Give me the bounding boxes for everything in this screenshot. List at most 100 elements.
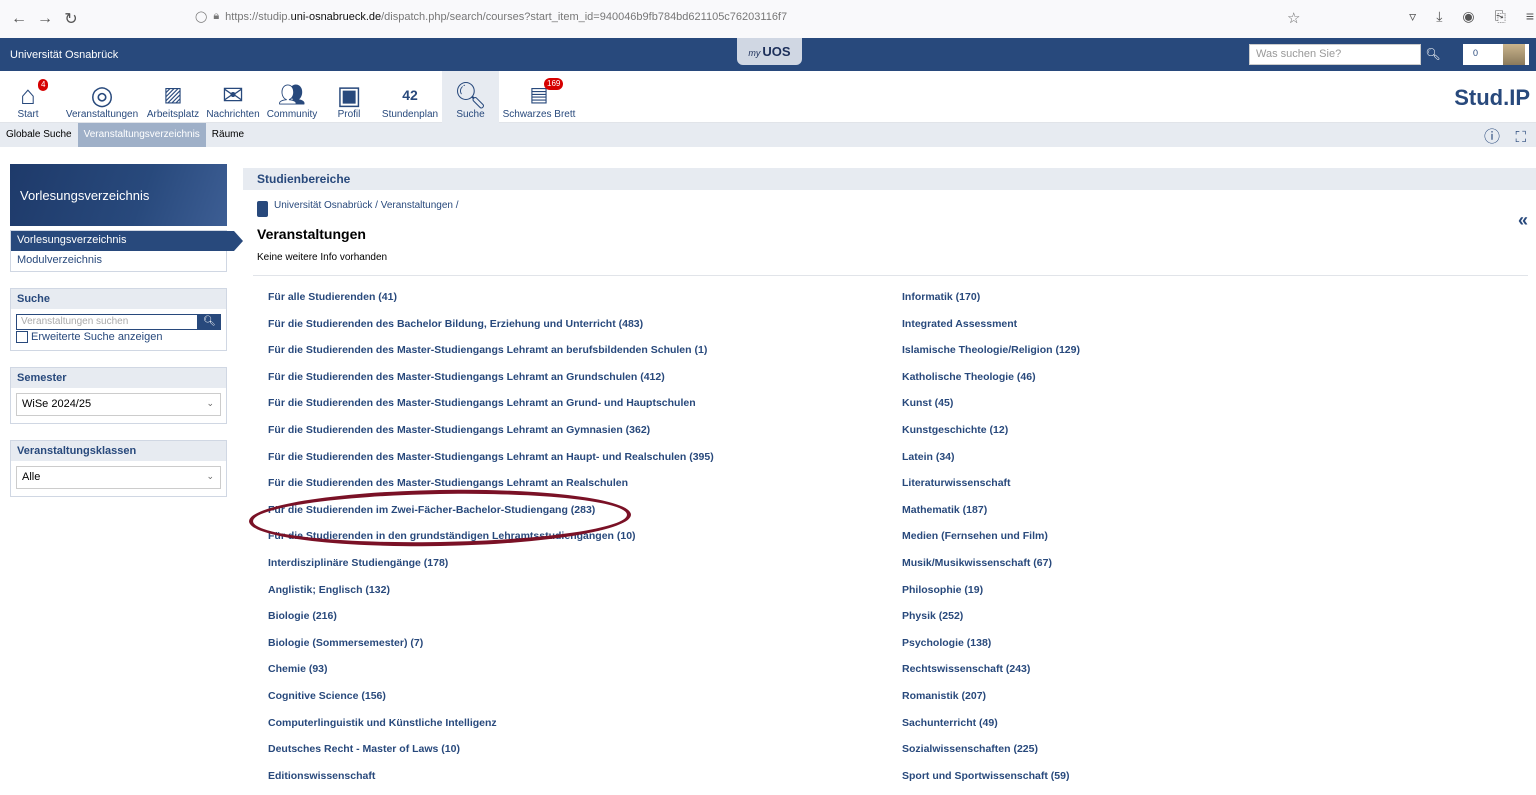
advanced-search-checkbox[interactable]: Erweiterte Suche anzeigen	[16, 331, 221, 343]
back-icon[interactable]: ←	[6, 10, 32, 28]
list-item[interactable]: Mathematik (187)	[902, 503, 1080, 530]
list-item[interactable]: Für die Studierenden des Master-Studieng…	[268, 396, 714, 423]
search-icon[interactable]: 🔍︎	[1423, 44, 1443, 65]
sidebar-title: Vorlesungsverzeichnis	[10, 164, 227, 226]
chevron-down-icon: ⌄	[206, 398, 214, 408]
studip-logo[interactable]: Stud.IP	[1454, 85, 1530, 111]
list-item[interactable]: Rechtswissenschaft (243)	[902, 662, 1080, 689]
search-icon: 🔍︎	[453, 80, 487, 110]
notification-badge: 169	[544, 78, 564, 90]
tab-raeume[interactable]: Räume	[206, 123, 250, 147]
checkbox-icon	[16, 331, 28, 343]
pocket-icon[interactable]: ▿	[1409, 8, 1416, 25]
nav-schwarzes-brett[interactable]: ▤ 169 Schwarzes Brett	[502, 78, 576, 120]
nav-suche[interactable]: 🔍︎ Suche	[442, 71, 499, 123]
tab-globale-suche[interactable]: Globale Suche	[0, 123, 78, 147]
tab-veranstaltungsverzeichnis[interactable]: Veranstaltungsverzeichnis	[77, 123, 206, 147]
list-item[interactable]: Literaturwissenschaft	[902, 476, 1080, 503]
course-class-widget-title: Veranstaltungsklassen	[11, 441, 226, 461]
help-icon[interactable]: ⓘ	[1478, 126, 1506, 150]
sidebar: Vorlesungsverzeichnis Vorlesungsverzeich…	[10, 164, 243, 497]
board-icon: ▤	[529, 84, 549, 106]
list-item[interactable]: Kunstgeschichte (12)	[902, 423, 1080, 450]
section-header: Studienbereiche	[243, 168, 1536, 190]
course-search-input[interactable]: Veranstaltungen suchen	[16, 314, 198, 330]
reload-icon[interactable]: ↻	[58, 9, 84, 29]
list-item[interactable]: Deutsches Recht - Master of Laws (10)	[268, 742, 714, 769]
book-icon	[257, 201, 268, 217]
list-item[interactable]: Sozialwissenschaften (225)	[902, 742, 1080, 769]
list-item[interactable]: Katholische Theologie (46)	[902, 370, 1080, 397]
sidebar-item-modulverzeichnis[interactable]: Modulverzeichnis	[11, 251, 226, 271]
course-class-widget: Veranstaltungsklassen Alle ⌄	[10, 440, 227, 497]
extensions-icon[interactable]: ⎘	[1495, 8, 1506, 25]
bookmark-star-icon[interactable]: ☆	[1287, 9, 1300, 27]
nav-start[interactable]: ⌂ 4 Start	[14, 79, 49, 120]
semester-widget-title: Semester	[11, 368, 226, 388]
list-item[interactable]: Für die Studierenden in den grundständig…	[268, 529, 714, 556]
nav-stundenplan[interactable]: 42 Stundenplan	[380, 81, 440, 120]
list-item[interactable]: Latein (34)	[902, 450, 1080, 477]
list-item[interactable]: Musik/Musikwissenschaft (67)	[902, 556, 1080, 583]
breadcrumb: Universität Osnabrück / Veranstaltungen …	[257, 198, 459, 217]
list-item[interactable]: Sport und Sportwissenschaft (59)	[902, 769, 1080, 795]
list-item[interactable]: Interdisziplinäre Studiengänge (178)	[268, 556, 714, 583]
list-item[interactable]: Computerlinguistik und Künstliche Intell…	[268, 716, 714, 743]
list-item[interactable]: Kunst (45)	[902, 396, 1080, 423]
list-item[interactable]: Biologie (Sommersemester) (7)	[268, 636, 714, 663]
university-name[interactable]: Universität Osnabrück	[10, 49, 118, 61]
nav-arbeitsplatz[interactable]: ▨ Arbeitsplatz	[143, 81, 203, 120]
fullscreen-icon[interactable]: ⛶	[1509, 126, 1532, 150]
list-item[interactable]: Islamische Theologie/Religion (129)	[902, 343, 1080, 370]
list-item[interactable]: Editionswissenschaft	[268, 769, 714, 795]
list-item[interactable]: Für die Studierenden des Master-Studieng…	[268, 423, 714, 450]
profile-icon: ▣	[336, 80, 362, 110]
sidebar-item-vorlesungsverzeichnis[interactable]: Vorlesungsverzeichnis	[11, 231, 243, 251]
list-item[interactable]: Für die Studierenden des Bachelor Bildun…	[268, 317, 714, 344]
nav-nachrichten[interactable]: ✉ Nachrichten	[204, 81, 262, 120]
forward-icon[interactable]: →	[32, 10, 58, 28]
list-item[interactable]: Chemie (93)	[268, 662, 714, 689]
list-item[interactable]: Medien (Fernsehen und Film)	[902, 529, 1080, 556]
list-item[interactable]: Philosophie (19)	[902, 583, 1080, 610]
address-bar[interactable]: ◯ 🔒︎ https://studip.uni-osnabrueck.de/di…	[195, 10, 787, 23]
search-widget-title: Suche	[11, 289, 226, 309]
list-item[interactable]: Biologie (216)	[268, 609, 714, 636]
list-item[interactable]: Für die Studierenden des Master-Studieng…	[268, 343, 714, 370]
list-item[interactable]: Physik (252)	[902, 609, 1080, 636]
divider	[253, 275, 1528, 276]
list-item[interactable]: Anglistik; Englisch (132)	[268, 583, 714, 610]
semester-select[interactable]: WiSe 2024/25 ⌄	[16, 393, 221, 416]
list-item[interactable]: Für die Studierenden im Zwei-Fächer-Bach…	[268, 503, 714, 530]
list-item[interactable]: Für die Studierenden des Master-Studieng…	[268, 370, 714, 397]
list-item[interactable]: Informatik (170)	[902, 290, 1080, 317]
global-search-input[interactable]: Was suchen Sie?	[1249, 44, 1421, 65]
account-icon[interactable]: ◉	[1462, 8, 1474, 25]
url-text: https://studip.uni-osnabrueck.de/dispatc…	[225, 10, 788, 23]
list-item[interactable]: Psychologie (138)	[902, 636, 1080, 663]
search-icon[interactable]: 🔍︎	[198, 314, 221, 330]
study-area-list-right: Informatik (170) Integrated Assessment I…	[902, 290, 1080, 795]
menu-icon[interactable]: ≡	[1526, 8, 1534, 25]
mail-icon: ✉	[222, 80, 244, 110]
course-class-select[interactable]: Alle ⌄	[16, 466, 221, 489]
list-item[interactable]: Cognitive Science (156)	[268, 689, 714, 716]
sidebar-nav: Vorlesungsverzeichnis Modulverzeichnis	[10, 230, 243, 272]
list-item[interactable]: Für alle Studierenden (41)	[268, 290, 714, 317]
list-item[interactable]: Sachunterricht (49)	[902, 716, 1080, 743]
download-icon[interactable]: ⤓	[1436, 8, 1442, 25]
list-item[interactable]: Für die Studierenden des Master-Studieng…	[268, 450, 714, 477]
collapse-icon[interactable]: «	[1518, 210, 1528, 231]
nav-veranstaltungen[interactable]: ◎ Veranstaltungen	[62, 81, 142, 120]
list-item[interactable]: Für die Studierenden des Master-Studieng…	[268, 476, 714, 503]
nav-community[interactable]: 👥︎ Community	[264, 81, 320, 120]
lock-icon: 🔒︎	[213, 10, 220, 22]
myuos-button[interactable]: my UOS	[737, 38, 802, 65]
list-item[interactable]: Integrated Assessment	[902, 317, 1080, 344]
schedule-icon: 42	[402, 87, 418, 103]
avatar[interactable]	[1503, 44, 1525, 65]
nav-profil[interactable]: ▣ Profil	[336, 81, 362, 120]
page-subtitle: Keine weitere Info vorhanden	[257, 252, 388, 263]
list-item[interactable]: Romanistik (207)	[902, 689, 1080, 716]
community-icon: 👥︎	[278, 82, 306, 107]
